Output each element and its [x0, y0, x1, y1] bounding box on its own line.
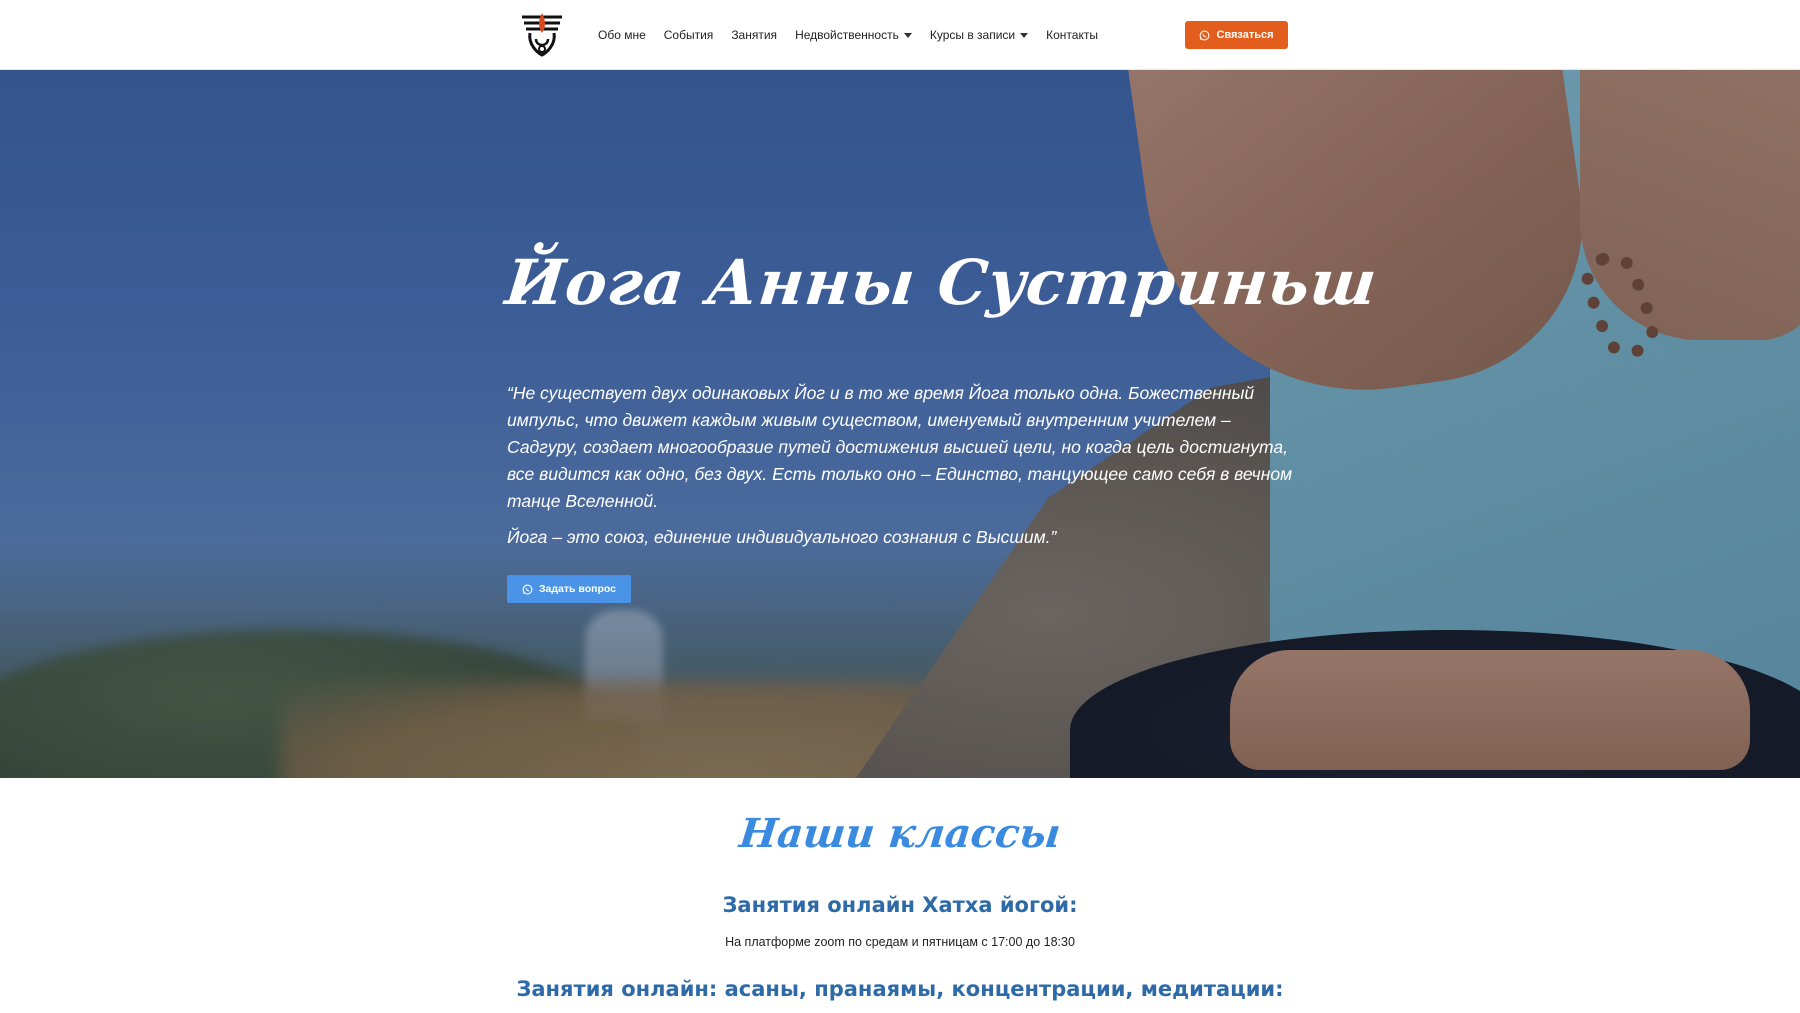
nav-item-recorded-courses[interactable]: Курсы в записи: [929, 28, 1029, 42]
whatsapp-icon: [522, 584, 533, 594]
logo-icon[interactable]: [516, 9, 568, 61]
site-header: Обо мне События Занятия Недвойственность…: [0, 0, 1800, 70]
hero-quote: “Не существует двух одинаковых Йог и в т…: [507, 380, 1297, 560]
header-container: Обо мне События Занятия Недвойственность…: [508, 0, 1288, 70]
contact-button[interactable]: Связаться: [1185, 21, 1288, 49]
nav-label: Недвойственность: [795, 28, 899, 42]
nav-label: Контакты: [1046, 28, 1098, 42]
class-description: На платформе zoom по средам и пятницам с…: [725, 935, 1075, 949]
nav-item-about[interactable]: Обо мне: [598, 28, 646, 42]
whatsapp-icon: [1199, 30, 1210, 40]
nav-item-classes[interactable]: Занятия: [731, 28, 777, 42]
class-heading: Занятия онлайн Хатха йогой:: [722, 893, 1078, 917]
nav-label: Занятия: [731, 28, 778, 42]
ask-question-label: Задать вопрос: [538, 583, 617, 595]
nav-label: События: [663, 28, 714, 42]
hero-quote-paragraph: “Не существует двух одинаковых Йог и в т…: [507, 383, 1293, 511]
caret-down-icon: [1020, 32, 1029, 38]
hero-section: Йога Анны Сустриньш “Не существует двух …: [0, 70, 1800, 778]
caret-down-icon: [903, 32, 912, 38]
nav-label: Обо мне: [598, 28, 646, 42]
class-heading: Занятия онлайн: асаны, пранаямы, концент…: [516, 977, 1284, 1001]
hero-quote-paragraph: Йога – это союз, единение индивидуальног…: [507, 527, 1057, 547]
contact-button-label: Связаться: [1216, 29, 1274, 41]
hero-title: Йога Анны Сустриньш: [502, 246, 1381, 319]
section-title: Наши классы: [737, 810, 1063, 857]
ask-question-button[interactable]: Задать вопрос: [507, 575, 631, 603]
main-nav: Обо мне События Занятия Недвойственность…: [598, 0, 1098, 70]
nav-item-events[interactable]: События: [664, 28, 714, 42]
nav-label: Курсы в записи: [929, 28, 1016, 42]
nav-item-nonduality[interactable]: Недвойственность: [795, 28, 912, 42]
nav-item-contacts[interactable]: Контакты: [1046, 28, 1098, 42]
